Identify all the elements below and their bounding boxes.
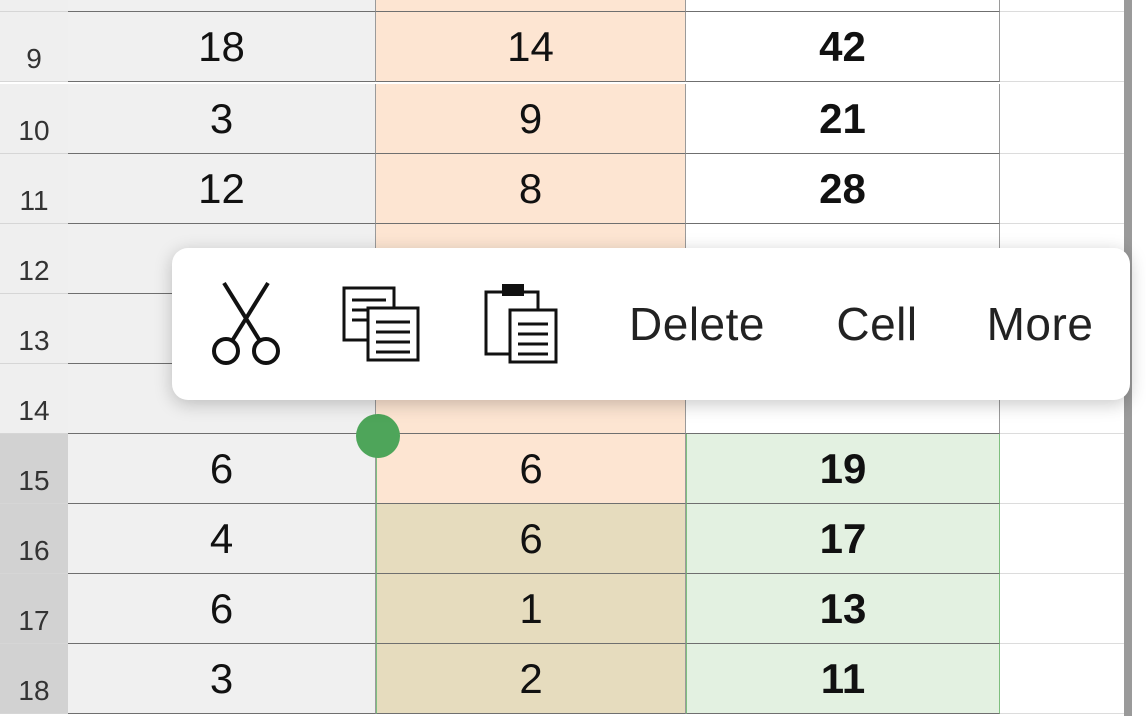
copy-button[interactable] [332,248,432,400]
cell[interactable]: 18 [68,12,376,82]
paste-icon [484,284,558,364]
cell[interactable]: 11 [686,644,1000,714]
cell[interactable] [1000,84,1124,154]
cell[interactable]: 13 [686,574,1000,644]
row-header[interactable]: 17 [0,574,68,644]
cell[interactable] [1000,12,1124,82]
cell[interactable]: 4 [68,504,376,574]
row-header[interactable]: 15 [0,434,68,504]
cell[interactable]: 42 [686,12,1000,82]
row-header[interactable]: 10 [0,84,68,154]
cell[interactable]: 2 [376,644,686,714]
paste-button[interactable] [472,248,572,400]
cell[interactable]: 1 [376,574,686,644]
cell-button[interactable]: Cell [822,248,932,400]
cell-label: Cell [836,298,918,350]
scissors-icon [212,281,280,365]
cell[interactable] [68,0,376,12]
cell[interactable]: 19 [686,434,1000,504]
cell[interactable]: 6 [68,434,376,504]
row-header[interactable]: 16 [0,504,68,574]
cell[interactable]: 9 [376,84,686,154]
cell[interactable]: 28 [686,154,1000,224]
cell[interactable]: 6 [376,504,686,574]
copy-icon [342,286,420,362]
cell[interactable]: 21 [686,84,1000,154]
cell[interactable] [1000,504,1124,574]
cell[interactable] [1000,154,1124,224]
cell[interactable] [1000,644,1124,714]
cell[interactable] [376,0,686,12]
cell[interactable]: 12 [68,154,376,224]
more-button[interactable]: More [972,248,1108,400]
row-header[interactable]: 9 [0,12,68,82]
row-header[interactable]: 14 [0,364,68,434]
cell[interactable] [1000,574,1124,644]
cell[interactable]: 8 [376,154,686,224]
more-label: More [986,298,1094,350]
cell[interactable] [1000,434,1124,504]
cell[interactable]: 6 [68,574,376,644]
cell[interactable] [686,0,1000,12]
row-header[interactable]: 13 [0,294,68,364]
row-header[interactable]: 18 [0,644,68,714]
cell[interactable]: 17 [686,504,1000,574]
cut-button[interactable] [196,248,296,400]
delete-label: Delete [629,298,765,350]
row-header[interactable]: 8 [0,0,68,12]
cell[interactable]: 6 [376,434,686,504]
delete-button[interactable]: Delete [612,248,782,400]
cell[interactable]: 3 [68,644,376,714]
row-header[interactable]: 12 [0,224,68,294]
cell[interactable]: 3 [68,84,376,154]
selection-handle[interactable] [356,414,400,458]
row-header[interactable]: 11 [0,154,68,224]
cell[interactable] [1000,0,1124,12]
context-menu: Delete Cell More [172,248,1130,400]
cell[interactable]: 14 [376,12,686,82]
